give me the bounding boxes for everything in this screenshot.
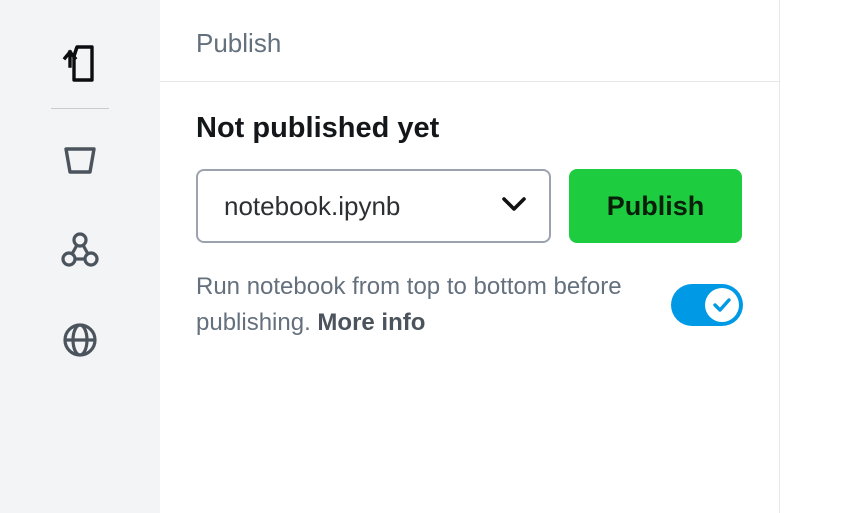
run-before-publish-row: Run notebook from top to bottom before p… — [196, 269, 743, 341]
chevron-down-icon — [501, 196, 527, 217]
check-icon — [711, 294, 733, 316]
panel-title: Publish — [196, 28, 743, 59]
more-info-link[interactable]: More info — [317, 309, 425, 336]
run-before-publish-toggle[interactable] — [671, 284, 743, 326]
toggle-knob — [705, 288, 739, 322]
panel-header: Publish — [160, 0, 779, 82]
right-gap — [780, 0, 867, 513]
globe-icon[interactable] — [59, 319, 101, 361]
publish-status: Not published yet — [196, 112, 743, 145]
publish-panel: Publish Not published yet notebook.ipynb… — [160, 0, 780, 513]
sidebar — [0, 0, 160, 513]
file-row: notebook.ipynb Publish — [196, 169, 743, 243]
file-dropdown-label: notebook.ipynb — [224, 191, 400, 222]
run-option-text: Run notebook from top to bottom before p… — [196, 269, 651, 341]
publish-icon[interactable] — [59, 42, 101, 84]
sidebar-divider — [51, 108, 109, 109]
panel-body: Not published yet notebook.ipynb Publish… — [160, 82, 779, 371]
graph-icon[interactable] — [59, 229, 101, 271]
bucket-icon[interactable] — [59, 139, 101, 181]
publish-button[interactable]: Publish — [569, 169, 742, 243]
file-dropdown[interactable]: notebook.ipynb — [196, 169, 551, 243]
